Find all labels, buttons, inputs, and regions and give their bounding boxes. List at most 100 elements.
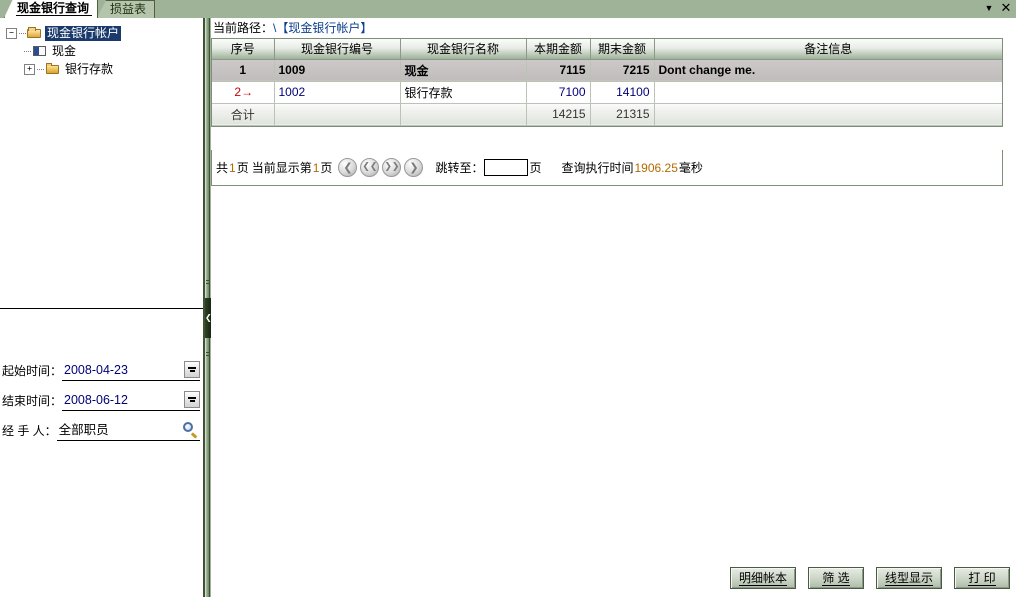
end-date-label: 结束时间： (2, 393, 63, 408)
cell-seq: 合计 (212, 103, 275, 126)
cell-ending-amount: 7215 (590, 59, 655, 82)
jump-to-page-input[interactable] (484, 159, 529, 176)
tree-connector (24, 50, 31, 52)
tab-active-underline (16, 15, 93, 16)
column-header-ending-amount[interactable]: 期末金额 (590, 39, 655, 60)
end-date-dropdown-icon[interactable] (184, 390, 200, 408)
pagination-bar: 共 1 页 当前显示第 1 页 ❮ ❮❮ ❯❯ ❯ 跳转至： 页 查询执行时间1… (211, 150, 1003, 186)
start-date-value: 2008-04-23 (64, 362, 128, 377)
expander-icon[interactable]: + (24, 63, 35, 75)
cell-code (274, 103, 401, 126)
handler-label: 经 手 人： (2, 423, 57, 438)
cell-code: 1002 (274, 81, 401, 104)
account-tree: − 现金银行帐户 现金 + 银行存款 (0, 18, 203, 78)
close-icon[interactable]: ✕ (999, 1, 1013, 15)
column-header-current-amount[interactable]: 本期金额 (526, 39, 591, 60)
tab-label: 损益表 (110, 2, 147, 16)
search-icon[interactable] (182, 421, 199, 438)
account-tree-panel: − 现金银行帐户 现金 + 银行存款 (0, 18, 203, 309)
handler-value: 全部职员 (58, 422, 109, 437)
main-panel: 当前路径：\【现金银行帐户】 序号 现金银行编号 现金银行名称 本期金额 期末金… (211, 18, 1016, 597)
title-bar: 现金银行查询 损益表 ▼ ✕ (0, 0, 1016, 18)
pagination-nav: ❮ ❮❮ ❯❯ ❯ (338, 158, 424, 177)
total-pages-value: 1 (229, 160, 236, 175)
cell-current-amount: 7115 (526, 59, 591, 82)
tree-node-cash[interactable]: 现金 (6, 42, 203, 60)
left-panel: − 现金银行帐户 现金 + 银行存款 起始时间： 2008-04-23 结束时间… (0, 18, 204, 597)
cell-name: 现金 (400, 59, 527, 82)
handler-field[interactable]: 全部职员 (56, 420, 200, 441)
last-page-button[interactable]: ❯❯ (382, 158, 402, 177)
table-row[interactable]: 2→ 1002 银行存款 7100 14100 (212, 81, 1002, 104)
cell-current-amount: 7100 (526, 81, 591, 104)
cell-ending-amount: 14100 (590, 81, 655, 104)
total-pages-prefix: 共 (216, 161, 229, 175)
jump-to-page-suffix: 页 (529, 161, 542, 175)
end-date-field[interactable]: 2008-06-12 (62, 390, 200, 411)
cell-remark (654, 81, 1002, 104)
cell-current-amount: 14215 (526, 103, 591, 126)
table-row[interactable]: 1 1009 现金 7115 7215 Dont change me. (212, 59, 1002, 82)
jump-to-page-label: 跳转至： (435, 161, 484, 175)
cell-ending-amount: 21315 (590, 103, 655, 126)
print-button[interactable]: 打 印 (954, 567, 1010, 589)
expander-icon[interactable]: − (6, 27, 17, 39)
breadcrumb: 当前路径：\【现金银行帐户】 (211, 20, 1006, 37)
handler-row: 经 手 人： 全部职员 (2, 418, 200, 442)
start-date-label: 起始时间： (2, 363, 63, 378)
filter-button[interactable]: 筛 选 (807, 567, 864, 589)
folder-open-icon (27, 26, 43, 40)
tab-profit-loss[interactable]: 损益表 (97, 0, 156, 18)
end-date-value: 2008-06-12 (64, 392, 128, 407)
total-pages-suffix: 页 (236, 161, 249, 175)
execution-time-prefix: 查询执行时间 (561, 161, 634, 175)
start-date-row: 起始时间： 2008-04-23 (2, 358, 200, 382)
breadcrumb-value: \【现金银行帐户】 (273, 21, 373, 35)
tab-label: 现金银行查询 (17, 1, 90, 15)
application-window: 现金银行查询 损益表 ▼ ✕ − 现金银行帐户 现金 + 银行存款 起始时间： … (0, 0, 1016, 597)
current-page-prefix: 当前显示第 (251, 161, 312, 175)
breadcrumb-label: 当前路径： (213, 21, 274, 35)
execution-time-value: 1906.25 (634, 161, 678, 175)
next-page-button[interactable]: ❯ (404, 158, 424, 177)
tree-node-label: 现金银行帐户 (45, 25, 122, 41)
results-table: 序号 现金银行编号 现金银行名称 本期金额 期末金额 备注信息 1 1009 现… (212, 39, 1002, 126)
tree-connector (19, 32, 26, 34)
column-header-seq[interactable]: 序号 (212, 39, 275, 60)
tab-cash-bank-query[interactable]: 现金银行查询 (4, 0, 99, 18)
detail-ledger-button[interactable]: 明细帐本 (729, 567, 796, 589)
line-display-button[interactable]: 线型显示 (875, 567, 942, 589)
current-page-suffix: 页 (320, 161, 333, 175)
end-date-row: 结束时间： 2008-06-12 (2, 388, 200, 412)
start-date-dropdown-icon[interactable] (184, 360, 200, 378)
prev-page-button[interactable]: ❮ (338, 158, 358, 177)
chevron-down-icon[interactable]: ▼ (982, 1, 996, 15)
cell-name (400, 103, 527, 126)
column-header-remark[interactable]: 备注信息 (654, 39, 1002, 60)
results-grid: 序号 现金银行编号 现金银行名称 本期金额 期末金额 备注信息 1 1009 现… (211, 38, 1003, 127)
cell-seq: 1 (212, 59, 275, 82)
current-page-value: 1 (312, 160, 320, 175)
column-header-name[interactable]: 现金银行名称 (400, 39, 527, 60)
cell-remark: Dont change me. (654, 59, 1002, 82)
execution-time: 查询执行时间1906.25毫秒 (561, 159, 702, 176)
start-date-field[interactable]: 2008-04-23 (62, 360, 200, 381)
tree-node-label: 银行存款 (65, 61, 114, 76)
table-header-row: 序号 现金银行编号 现金银行名称 本期金额 期末金额 备注信息 (212, 39, 1002, 60)
action-button-bar: 明细帐本 筛 选 线型显示 打 印 (729, 567, 1010, 589)
first-page-button[interactable]: ❮❮ (360, 158, 380, 177)
cell-name: 银行存款 (400, 81, 527, 104)
panel-splitter[interactable]: ❮ (204, 18, 212, 597)
cell-remark (654, 103, 1002, 126)
tree-node-root[interactable]: − 现金银行帐户 (6, 24, 203, 42)
cell-code: 1009 (274, 59, 401, 82)
tree-connector (37, 68, 44, 70)
table-row-total: 合计 14215 21315 (212, 103, 1002, 126)
current-row-marker: 2→ (234, 85, 253, 99)
folder-icon (45, 62, 61, 76)
cell-seq: 2→ (212, 81, 275, 104)
column-header-code[interactable]: 现金银行编号 (274, 39, 401, 60)
tree-node-bank-deposit[interactable]: + 银行存款 (6, 60, 203, 78)
card-icon (32, 44, 48, 58)
tree-node-label: 现金 (52, 43, 77, 58)
